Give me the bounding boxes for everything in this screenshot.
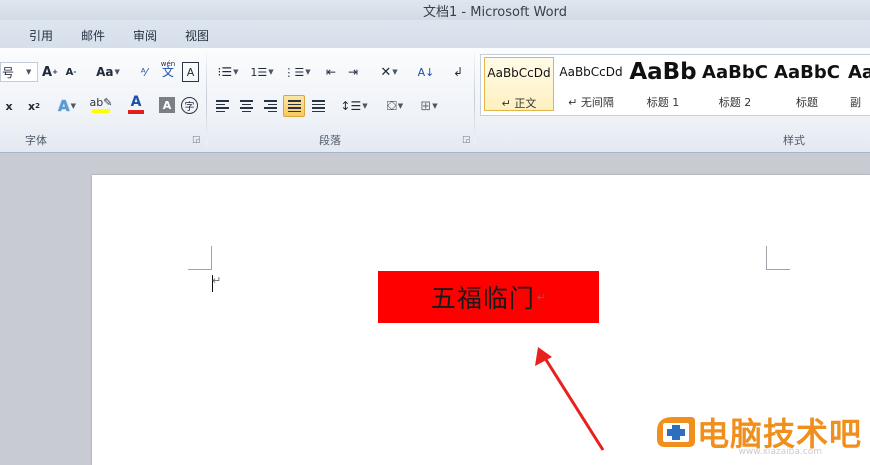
chevron-down-icon: ▼ (392, 68, 398, 76)
paragraph-dialog-launcher-icon[interactable]: ◲ (462, 135, 471, 145)
style-sample: Aa (848, 62, 870, 83)
line-spacing-icon: ↕☰ (340, 99, 362, 113)
highlight-color-bar (92, 108, 110, 113)
numbered-list-icon: 1☰ (250, 65, 268, 79)
style-sample: AaBbCcDd (559, 65, 623, 79)
title-bar: 文档1 - Microsoft Word (0, 0, 870, 20)
clear-format-icon[interactable]: ᴬ⁄ (135, 62, 153, 82)
chinese-layout-button[interactable]: ✕ ▼ (375, 62, 403, 82)
chevron-down-icon: ▼ (268, 68, 274, 76)
font-dialog-launcher-icon[interactable]: ◲ (192, 135, 201, 145)
tab-references[interactable]: 引用 (29, 27, 53, 44)
phonetic-guide-button[interactable]: wén 文 (158, 58, 178, 78)
window-title: 文档1 - Microsoft Word (423, 5, 567, 20)
font-group-label: 字体 (25, 134, 47, 147)
style-name: 标题 1 (646, 96, 680, 109)
chevron-down-icon: ▼ (114, 68, 120, 76)
chevron-down-icon: ▼ (432, 102, 438, 110)
style-sample: AaBbC (774, 62, 840, 83)
font-color-icon: A (130, 94, 142, 110)
style-name: ↵ 无间隔 (568, 96, 614, 109)
chevron-down-icon: ▼ (26, 68, 32, 76)
phonetic-glyph-icon: 文 (161, 65, 174, 79)
chevron-down-icon: ▼ (362, 102, 368, 110)
tab-mailings[interactable]: 邮件 (81, 27, 105, 44)
chevron-down-icon: ▼ (397, 102, 404, 110)
text-effects-icon: A (58, 97, 70, 115)
style-sample: AaBbC (702, 62, 768, 83)
distributed-icon (311, 100, 325, 112)
bullet-list-icon: ⁝☰ (217, 65, 233, 79)
styles-group-label: 样式 (783, 134, 805, 147)
style-name: ↵ 正文 (501, 97, 537, 110)
watermark: 电脑技术吧 www.xiazaiba.com (651, 409, 862, 457)
paint-bucket-icon: ⛋ (386, 98, 397, 114)
style-heading-2[interactable]: AaBbC 标题 2 (700, 57, 770, 111)
line-spacing-button[interactable]: ↕☰ ▼ (340, 96, 368, 116)
grow-font-button[interactable]: A + (42, 62, 58, 82)
document-area: ↵ 五福临门 ↵ 电脑技术吧 www.xiazaiba.com (0, 153, 870, 465)
font-size-value: 号 (2, 65, 15, 80)
shrink-font-button[interactable]: A- (63, 62, 79, 82)
enclose-character-button[interactable]: 字 (181, 97, 198, 114)
chevron-down-icon: ▼ (305, 68, 311, 76)
tab-view[interactable]: 视图 (185, 27, 209, 44)
watermark-url: www.xiazaiba.com (738, 447, 822, 457)
change-case-button[interactable]: Aa ▼ (95, 62, 121, 82)
character-border-button[interactable]: A (182, 62, 199, 82)
strikethrough-icon[interactable]: x (2, 96, 16, 116)
distributed-button[interactable] (309, 96, 327, 116)
chevron-down-icon: ▼ (70, 102, 76, 110)
decrease-indent-icon[interactable]: ⇤ (322, 62, 340, 82)
group-divider (206, 52, 207, 146)
style-name: 副 (850, 96, 861, 109)
tab-review[interactable]: 审阅 (133, 27, 157, 44)
font-size-dropdown[interactable]: 号 ▼ (0, 62, 38, 82)
ribbon-tabs: 引用 邮件 审阅 视图 (0, 20, 870, 49)
style-title[interactable]: AaBbC 标题 (772, 57, 842, 111)
subscript-button[interactable]: x2 (26, 96, 42, 116)
borders-icon: ⊞ (420, 98, 432, 114)
character-shading-button[interactable]: A (159, 97, 175, 113)
numbering-button[interactable]: 1☰ ▼ (247, 62, 277, 82)
align-left-button[interactable] (213, 96, 231, 116)
multilevel-list-icon: ⋮☰ (283, 65, 305, 79)
align-left-icon (215, 100, 229, 112)
styles-gallery: AaBbCcDd ↵ 正文 AaBbCcDd ↵ 无间隔 AaBb 标题 1 A… (480, 54, 870, 116)
align-center-button[interactable] (237, 96, 255, 116)
align-center-icon (239, 100, 253, 112)
multilevel-list-button[interactable]: ⋮☰ ▼ (282, 62, 312, 82)
font-color-bar (128, 110, 144, 114)
paragraph-group-label: 段落 (319, 134, 341, 147)
highlighter-icon: ab✎ (89, 95, 113, 109)
increase-indent-icon[interactable]: ⇥ (344, 62, 362, 82)
align-right-icon (263, 100, 277, 112)
style-name: 标题 2 (718, 96, 752, 109)
watermark-logo-icon (656, 417, 695, 447)
text-effects-button[interactable]: A ▼ (55, 96, 79, 116)
style-name: 标题 (796, 96, 818, 109)
font-color-button[interactable]: A (122, 94, 150, 114)
style-no-spacing[interactable]: AaBbCcDd ↵ 无间隔 (556, 57, 626, 111)
bullets-button[interactable]: ⁝☰ ▼ (214, 62, 242, 82)
align-right-button[interactable] (261, 96, 279, 116)
justify-icon (287, 100, 301, 112)
change-case-label: Aa (96, 65, 114, 79)
chevron-down-icon: ▼ (233, 68, 239, 76)
style-heading-1[interactable]: AaBb 标题 1 (628, 57, 698, 111)
highlight-color-button[interactable]: ab✎ (86, 94, 116, 114)
borders-button[interactable]: ⊞ ▼ (415, 96, 443, 116)
style-subtitle[interactable]: Aa 副 (844, 57, 870, 111)
show-marks-icon[interactable]: ↲ (450, 62, 466, 82)
style-normal[interactable]: AaBbCcDd ↵ 正文 (484, 57, 554, 111)
style-sample: AaBb (629, 59, 697, 85)
justify-button[interactable] (283, 95, 305, 117)
sort-icon[interactable]: A↓ (415, 62, 437, 82)
ribbon: 号 ▼ A + A- Aa ▼ ᴬ⁄ wén 文 A x x2 A ▼ ab✎ A A … (0, 48, 870, 153)
style-sample: AaBbCcDd (487, 66, 551, 80)
arrow-shaft (541, 354, 605, 451)
shading-button[interactable]: ⛋ ▼ (381, 96, 409, 116)
group-divider (474, 52, 475, 146)
chinese-layout-icon: ✕ (380, 64, 392, 80)
